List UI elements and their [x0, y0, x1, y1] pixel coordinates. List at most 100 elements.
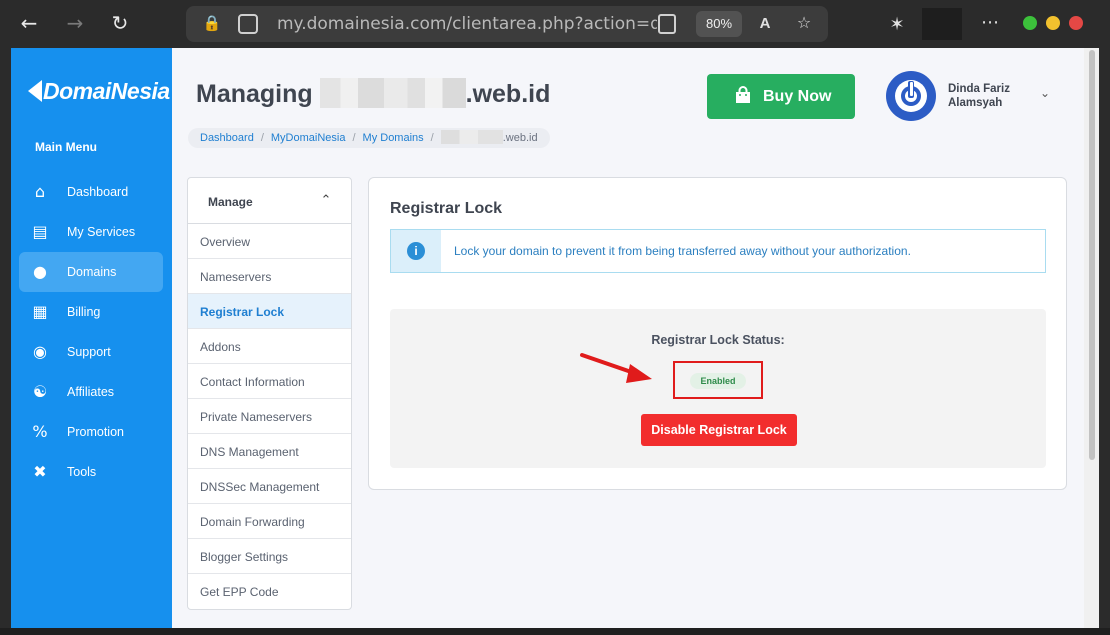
sidebar-item-label: Affiliates: [67, 385, 115, 399]
favorites-icon[interactable]: ☆: [794, 13, 814, 35]
sidebar-item-my-services[interactable]: ▤ My Services: [19, 212, 163, 252]
redacted-domain: [319, 78, 466, 108]
breadcrumb-separator: /: [260, 132, 264, 144]
user-name[interactable]: Dinda Fariz Alamsyah: [948, 82, 1028, 110]
domainesia-logo[interactable]: DomaiNesia: [28, 78, 170, 105]
profile-button[interactable]: [922, 8, 962, 40]
manage-item-label: Overview: [200, 235, 251, 249]
manage-item-label: Nameservers: [200, 270, 272, 284]
back-arrow-icon[interactable]: ←: [16, 10, 42, 36]
breadcrumb-current-suffix: .web.id: [502, 132, 538, 144]
status-badge: Enabled: [690, 373, 746, 389]
manage-item-blogger-settings[interactable]: Blogger Settings: [188, 539, 351, 574]
avatar[interactable]: [886, 71, 936, 121]
buy-now-button[interactable]: Buy Now: [707, 74, 855, 119]
manage-item-label: Addons: [200, 340, 241, 354]
breadcrumb: Dashboard / MyDomaiNesia / My Domains / .web.i…: [188, 128, 550, 148]
main-content: Managing .web.id Dashboard / MyDomaiNesia /…: [172, 48, 1084, 635]
main-menu-heading: Main Menu: [35, 140, 97, 154]
buy-now-label: Buy Now: [763, 88, 832, 105]
chevron-down-icon[interactable]: ⌄: [1038, 86, 1052, 100]
manage-item-label: DNS Management: [200, 445, 299, 459]
manage-item-nameservers[interactable]: Nameservers: [188, 259, 351, 294]
breadcrumb-my-domains[interactable]: My Domains: [363, 132, 424, 144]
manage-item-label: Domain Forwarding: [200, 515, 305, 529]
shopping-bag-icon: [736, 86, 750, 103]
sidebar-item-affiliates[interactable]: ☯ Affiliates: [19, 372, 163, 412]
home-icon: ⌂: [34, 182, 46, 201]
manage-item-label: Contact Information: [200, 375, 305, 389]
manage-item-label: DNSSec Management: [200, 480, 320, 494]
chevron-up-icon[interactable]: ⌃: [318, 192, 334, 208]
page-title: Managing .web.id: [196, 78, 550, 109]
scrollbar-thumb[interactable]: [1089, 50, 1095, 460]
info-message: Lock your domain to prevent it from bein…: [454, 244, 911, 258]
manage-item-registrar-lock[interactable]: Registrar Lock: [188, 294, 351, 329]
info-alert: i Lock your domain to prevent it from be…: [390, 229, 1046, 273]
title-prefix: Managing: [196, 80, 313, 108]
manage-item-addons[interactable]: Addons: [188, 329, 351, 364]
percent-icon: %: [32, 422, 48, 441]
annotation-arrow-icon: [580, 353, 652, 383]
breadcrumb-dashboard[interactable]: Dashboard: [200, 132, 254, 144]
lock-status-panel: Registrar Lock Status: Enabled Disable R…: [390, 309, 1046, 468]
manage-item-dns-management[interactable]: DNS Management: [188, 434, 351, 469]
sidebar-item-label: Domains: [67, 265, 117, 279]
maximize-window-icon[interactable]: [1046, 16, 1060, 30]
sidebar-item-label: Support: [67, 345, 111, 359]
url-text[interactable]: my.domainesia.com/clientarea.php?action=…: [277, 14, 657, 34]
sidebar-item-support[interactable]: ◉ Support: [19, 332, 163, 372]
manage-item-domain-forwarding[interactable]: Domain Forwarding: [188, 504, 351, 539]
manage-item-overview[interactable]: Overview: [188, 224, 351, 259]
forward-arrow-icon[interactable]: →: [62, 10, 88, 36]
sidebar-item-label: Tools: [67, 465, 97, 479]
headset-icon: ◉: [33, 342, 47, 361]
zoom-level-badge[interactable]: 80%: [696, 11, 742, 37]
manage-item-label: Registrar Lock: [200, 305, 285, 319]
breadcrumb-separator: /: [352, 132, 356, 144]
logo-text: DomaiNesia: [43, 78, 170, 104]
sidebar-item-promotion[interactable]: % Promotion: [19, 412, 163, 452]
manage-panel-header[interactable]: Manage ⌃: [188, 178, 351, 224]
sidebar-item-domains[interactable]: ● Domains: [19, 252, 163, 292]
receipt-icon: ▦: [32, 302, 48, 321]
manage-item-private-nameservers[interactable]: Private Nameservers: [188, 399, 351, 434]
manage-item-get-epp-code[interactable]: Get EPP Code: [188, 574, 351, 609]
sidebar-item-billing[interactable]: ▦ Billing: [19, 292, 163, 332]
redacted-domain-small: [440, 130, 503, 144]
card-title: Registrar Lock: [390, 200, 503, 217]
address-bar[interactable]: 🔒 my.domainesia.com/clientarea.php?actio…: [186, 6, 828, 42]
browser-toolbar: ← → ↻ 🔒 my.domainesia.com/clientarea.php…: [0, 0, 1110, 48]
manage-item-contact-information[interactable]: Contact Information: [188, 364, 351, 399]
manage-panel-title: Manage: [208, 195, 253, 209]
lock-status-label: Registrar Lock Status:: [651, 333, 785, 347]
breadcrumb-mydomainesia[interactable]: MyDomaiNesia: [271, 132, 346, 144]
page-viewport: DomaiNesia Main Menu ⌂ Dashboard ▤ My Se…: [11, 48, 1099, 635]
translate-icon[interactable]: A: [754, 13, 776, 35]
server-icon: ▤: [32, 222, 48, 241]
sidebar-item-tools[interactable]: ✖ Tools: [19, 452, 163, 492]
site-info-icon[interactable]: [238, 14, 258, 34]
extensions-puzzle-icon[interactable]: ✶: [885, 12, 909, 36]
sidebar-item-label: Promotion: [67, 425, 124, 439]
reload-icon[interactable]: ↻: [107, 10, 133, 36]
tools-icon: ✖: [33, 462, 47, 481]
taskbar-strip: [0, 628, 1110, 635]
close-window-icon[interactable]: [1069, 16, 1083, 30]
reader-mode-icon[interactable]: [658, 14, 676, 34]
manage-item-label: Blogger Settings: [200, 550, 289, 564]
sidebar-item-dashboard[interactable]: ⌂ Dashboard: [19, 172, 163, 212]
globe-icon: ●: [33, 262, 47, 281]
lock-icon[interactable]: 🔒: [202, 14, 222, 34]
minimize-window-icon[interactable]: [1023, 16, 1037, 30]
more-options-icon[interactable]: ⋯: [978, 10, 1002, 34]
page-scrollbar[interactable]: [1084, 48, 1099, 635]
manage-item-label: Get EPP Code: [200, 585, 279, 599]
users-icon: ☯: [32, 382, 48, 401]
manage-item-dnssec-management[interactable]: DNSSec Management: [188, 469, 351, 504]
disable-registrar-lock-button[interactable]: Disable Registrar Lock: [641, 414, 797, 446]
info-icon: i: [407, 242, 425, 260]
sidebar-item-label: My Services: [67, 225, 136, 239]
avatar-power-bar-inner: [909, 82, 913, 96]
breadcrumb-current: .web.id: [440, 130, 538, 144]
